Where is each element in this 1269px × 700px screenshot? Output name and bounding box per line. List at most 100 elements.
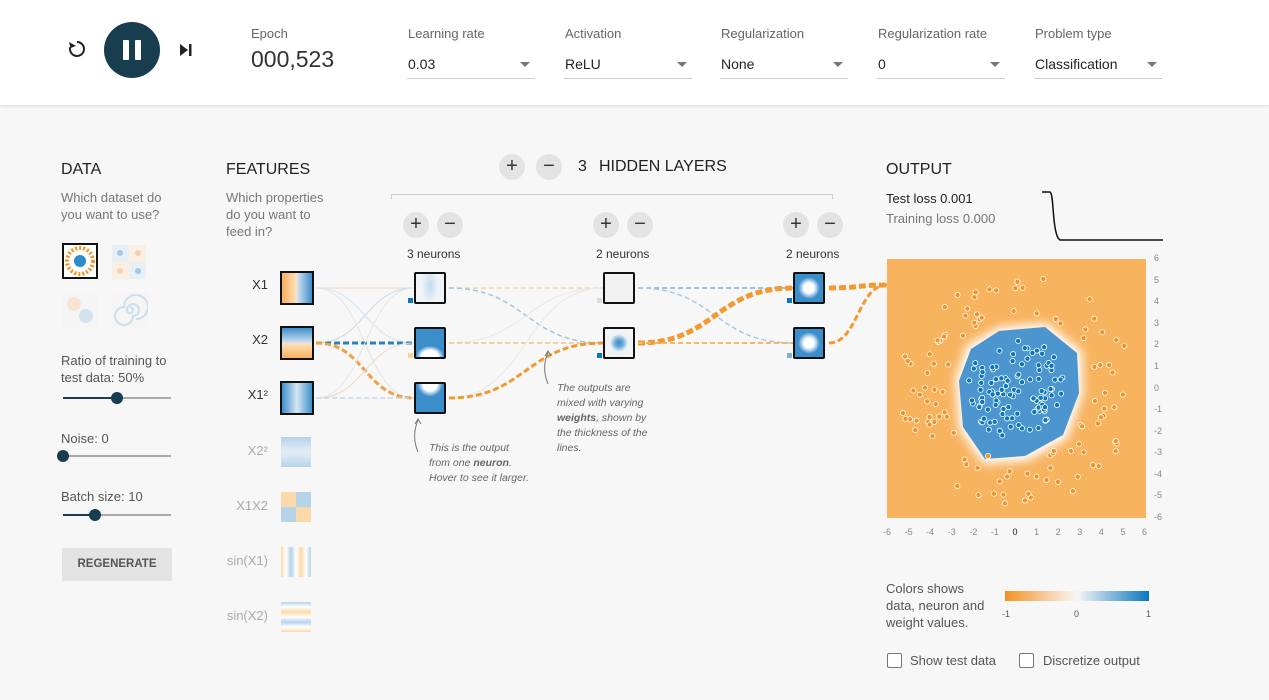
add-neuron-layer1-button[interactable]: +: [403, 212, 429, 238]
problem-type-select[interactable]: Classification: [1034, 50, 1162, 79]
chevron-down-icon: [833, 62, 843, 67]
data-point-orange: [954, 482, 961, 489]
feature-x1[interactable]: [280, 271, 314, 305]
data-point-blue: [996, 347, 1003, 354]
dataset-spiral[interactable]: [112, 292, 149, 328]
ratio-slider-fill: [63, 397, 117, 399]
layer3-neuron-count: 2 neurons: [786, 247, 840, 261]
reset-icon[interactable]: [66, 38, 88, 60]
step-icon[interactable]: [177, 41, 195, 59]
noise-slider-knob[interactable]: [57, 450, 69, 462]
data-point-orange: [941, 333, 948, 340]
y-tick-label: 6: [1154, 253, 1160, 263]
neuron-l2-n2[interactable]: [603, 327, 635, 359]
neuron-note: This is the output from one neuron. Hove…: [429, 441, 529, 486]
regularization-rate-select[interactable]: 0: [877, 50, 1005, 79]
y-tick-label: -5: [1154, 490, 1163, 501]
batch-size-value: 10: [128, 489, 143, 504]
data-point-blue: [978, 379, 985, 386]
data-point-blue: [998, 375, 1005, 382]
neuron-l1-n3[interactable]: [414, 382, 446, 414]
dataset-gaussian[interactable]: [62, 292, 98, 328]
neuron-l1-n1[interactable]: [414, 272, 446, 304]
data-point-blue: [1057, 376, 1064, 383]
data-point-blue: [991, 418, 998, 425]
data-point-blue: [1035, 375, 1042, 382]
ratio-value: 50%: [118, 370, 145, 385]
dataset-circle[interactable]: [62, 243, 98, 279]
hidden-layers-count: 3: [578, 158, 587, 175]
data-point-orange: [939, 388, 946, 395]
data-point-blue: [989, 391, 996, 398]
feature-x1-squared[interactable]: [280, 381, 314, 415]
data-point-orange: [1069, 488, 1076, 495]
remove-neuron-layer1-button[interactable]: −: [437, 212, 463, 238]
discretize-output-label[interactable]: Discretize output: [1043, 653, 1140, 668]
dataset-xor[interactable]: [112, 245, 146, 279]
pause-button[interactable]: [104, 22, 160, 78]
output-heatmap[interactable]: [887, 259, 1146, 518]
data-point-orange: [930, 360, 937, 367]
feature-x1x2[interactable]: [281, 492, 311, 522]
layer2-neuron-count: 2 neurons: [596, 247, 650, 261]
regularization-select[interactable]: None: [720, 50, 848, 79]
x-tick-label: -1: [990, 527, 999, 537]
neuron-l3-n2[interactable]: [793, 327, 825, 359]
add-neuron-layer2-button[interactable]: +: [593, 212, 619, 238]
ratio-label-text: Ratio of training to test data:: [61, 353, 167, 385]
data-point-blue: [1039, 350, 1046, 357]
data-point-orange: [1052, 315, 1059, 322]
data-point-orange: [926, 351, 933, 358]
show-test-data-label[interactable]: Show test data: [910, 653, 996, 668]
data-point-orange: [1079, 423, 1086, 430]
data-point-blue: [1058, 390, 1065, 397]
data-point-blue: [1004, 415, 1011, 422]
data-point-orange: [975, 492, 982, 499]
remove-layer-button[interactable]: −: [536, 154, 562, 180]
data-point-orange: [1102, 389, 1109, 396]
batch-slider-knob[interactable]: [89, 509, 102, 521]
data-point-orange: [978, 314, 985, 321]
data-point-blue: [992, 401, 999, 408]
data-point-blue: [1035, 425, 1042, 432]
add-layer-button[interactable]: +: [499, 154, 525, 180]
data-point-blue: [1015, 337, 1022, 344]
neuron-l3-n1[interactable]: [793, 272, 825, 304]
data-point-blue: [966, 377, 973, 384]
x-tick-label: 2: [1055, 527, 1061, 537]
add-neuron-layer3-button[interactable]: +: [783, 212, 809, 238]
feature-x2[interactable]: [280, 326, 314, 360]
data-point-orange: [1099, 329, 1106, 336]
neuron-l2-n1[interactable]: [603, 272, 635, 304]
feature-sin-x2[interactable]: [281, 602, 311, 632]
data-point-blue: [1051, 376, 1058, 383]
data-subtitle: Which dataset do you want to use?: [61, 190, 162, 222]
data-point-blue: [985, 426, 992, 433]
feature-sin-x1[interactable]: [281, 547, 311, 577]
ratio-label: Ratio of training to test data: 50%: [61, 352, 181, 386]
bias-marker: [597, 298, 602, 303]
data-point-orange: [950, 429, 957, 436]
batch-size-label: Batch size: 10: [61, 488, 143, 505]
neuron-l1-n2[interactable]: [414, 327, 446, 359]
data-point-orange: [1082, 326, 1089, 333]
activation-select[interactable]: ReLU: [564, 50, 692, 79]
feature-x2-squared[interactable]: [281, 437, 311, 467]
show-test-data-checkbox[interactable]: [887, 653, 902, 668]
data-point-blue: [979, 398, 986, 405]
learning-rate-select[interactable]: 0.03: [407, 50, 535, 79]
data-point-orange: [962, 312, 969, 319]
activation-label: Activation: [565, 26, 622, 41]
output-data-points: [899, 275, 1128, 507]
regenerate-button[interactable]: REGENERATE: [62, 548, 172, 581]
remove-neuron-layer2-button[interactable]: −: [627, 212, 653, 238]
y-tick-label: -4: [1154, 468, 1163, 479]
data-point-orange: [974, 311, 981, 318]
remove-neuron-layer3-button[interactable]: −: [817, 212, 843, 238]
y-tick-label: -3: [1154, 447, 1163, 458]
y-tick-label: 5: [1154, 274, 1160, 285]
discretize-output-checkbox[interactable]: [1019, 653, 1034, 668]
feature-label-sin-x1: sin(X1): [226, 553, 268, 568]
data-point-orange: [910, 387, 917, 394]
ratio-slider-knob[interactable]: [111, 392, 123, 404]
